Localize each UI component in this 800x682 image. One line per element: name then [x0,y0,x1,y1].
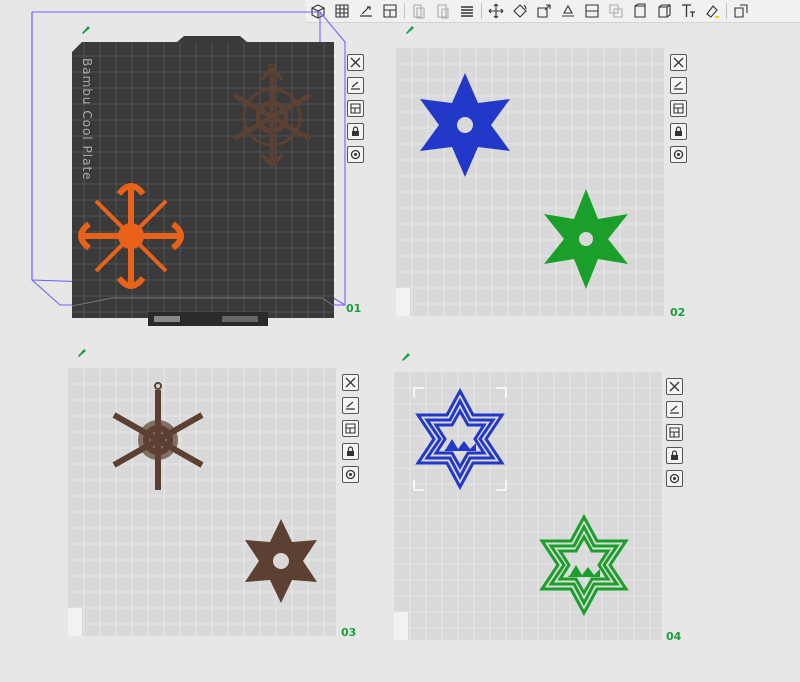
lock-icon[interactable] [342,443,359,460]
edit-plate-name-icon[interactable] [76,345,88,357]
lock-icon[interactable] [666,447,683,464]
plate-2-actions [670,54,687,163]
snowflake-ornament-blue[interactable] [410,70,520,180]
snowflake-ornament-brown[interactable] [100,382,216,498]
plate-4-actions [666,378,683,487]
close-icon[interactable] [666,378,683,395]
plate-2[interactable] [396,48,696,320]
snowflake-ornament-green[interactable] [536,184,636,294]
lock-icon[interactable] [347,123,364,140]
plate-brand-label: Bambu Cool Plate [80,58,94,181]
edit-plate-name-icon[interactable] [80,22,92,34]
plate-number: 02 [670,306,686,319]
lock-icon[interactable] [670,123,687,140]
snowflake-ornament-brown[interactable] [222,62,322,172]
plate-number: 04 [666,630,682,643]
plate-number: 03 [341,626,357,639]
auto-orient-icon[interactable] [342,397,359,414]
plate-4[interactable] [394,372,694,644]
close-icon[interactable] [347,54,364,71]
star-ornament-blue[interactable] [414,388,506,490]
settings-icon[interactable] [670,146,687,163]
settings-icon[interactable] [666,470,683,487]
snowflake-ornament-orange[interactable] [76,176,186,296]
plate-number: 01 [346,302,362,315]
snowflake-ornament-brown[interactable] [236,516,326,606]
arrange-icon[interactable] [347,100,364,117]
arrange-icon[interactable] [666,424,683,441]
plate-3-actions [342,374,359,483]
edit-plate-name-icon[interactable] [400,349,412,361]
arrange-icon[interactable] [342,420,359,437]
auto-orient-icon[interactable] [347,77,364,94]
plate-3[interactable] [68,368,368,640]
star-ornament-green[interactable] [538,514,630,616]
plate-1[interactable]: Bambu Cool Plate [72,36,364,326]
auto-orient-icon[interactable] [670,77,687,94]
plate-1-actions [347,54,364,163]
close-icon[interactable] [342,374,359,391]
close-icon[interactable] [670,54,687,71]
edit-plate-name-icon[interactable] [404,22,416,34]
settings-icon[interactable] [347,146,364,163]
arrange-icon[interactable] [670,100,687,117]
settings-icon[interactable] [342,466,359,483]
auto-orient-icon[interactable] [666,401,683,418]
